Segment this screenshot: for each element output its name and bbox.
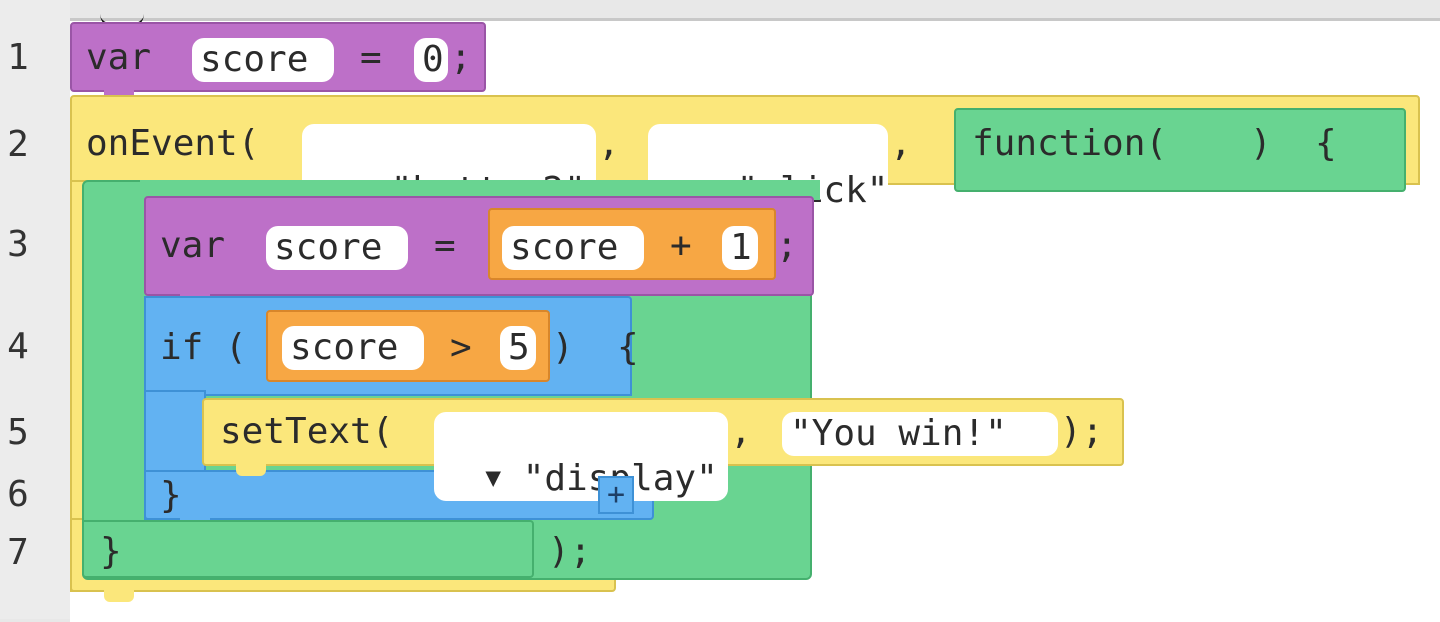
comma: , [598,123,620,164]
line-number: 2 [7,124,29,165]
operand-field[interactable]: 5 [500,326,536,370]
element-id-dropdown[interactable]: ▼ "display" [434,412,728,501]
block-notch-icon [236,464,266,476]
value-field[interactable]: 0 [414,38,448,82]
if-close-brace: } [160,475,182,516]
line-number: 1 [7,37,29,78]
function-close-brace: } [100,531,122,572]
function-keyword: function( [972,123,1168,164]
line-number: 3 [7,224,29,265]
operand-field[interactable]: 1 [722,226,758,270]
onEvent-label: onEvent( [86,123,260,164]
var-declaration-block[interactable]: var score = 0 ; [70,22,486,92]
plus-operator: + [670,225,692,266]
equals-sign: = [360,37,382,78]
greater-than-operator: > [450,327,472,368]
semicolon: ; [450,37,472,78]
line-number: 5 [7,412,29,453]
comma: , [730,411,752,452]
semicolon: ; [776,225,798,266]
if-brace: ) { [552,327,639,368]
function-brace: ) { [1250,123,1337,164]
setText-label: setText( [220,411,394,452]
variable-name-field[interactable]: score [266,226,408,270]
line-number: 6 [7,474,29,515]
line-number: 4 [7,326,29,367]
function-closer[interactable] [82,520,534,578]
if-keyword: if ( [160,327,247,368]
block-notch-icon [104,590,134,602]
var-keyword: var [86,37,152,78]
comma: , [890,123,912,164]
line-number-gutter [0,0,70,619]
operand-field[interactable]: score [282,326,424,370]
equals-sign: = [434,225,456,266]
var-keyword: var [160,225,226,266]
onEvent-close-paren: ); [548,531,592,572]
text-value-field[interactable]: "You win!" [782,412,1058,456]
close-paren: ); [1060,411,1104,452]
operand-field[interactable]: score [502,226,644,270]
add-else-plus-icon[interactable]: + [598,476,634,514]
dropdown-arrow-icon: ▼ [485,463,502,493]
variable-name-field[interactable]: score [192,38,334,82]
line-number: 7 [7,532,29,573]
